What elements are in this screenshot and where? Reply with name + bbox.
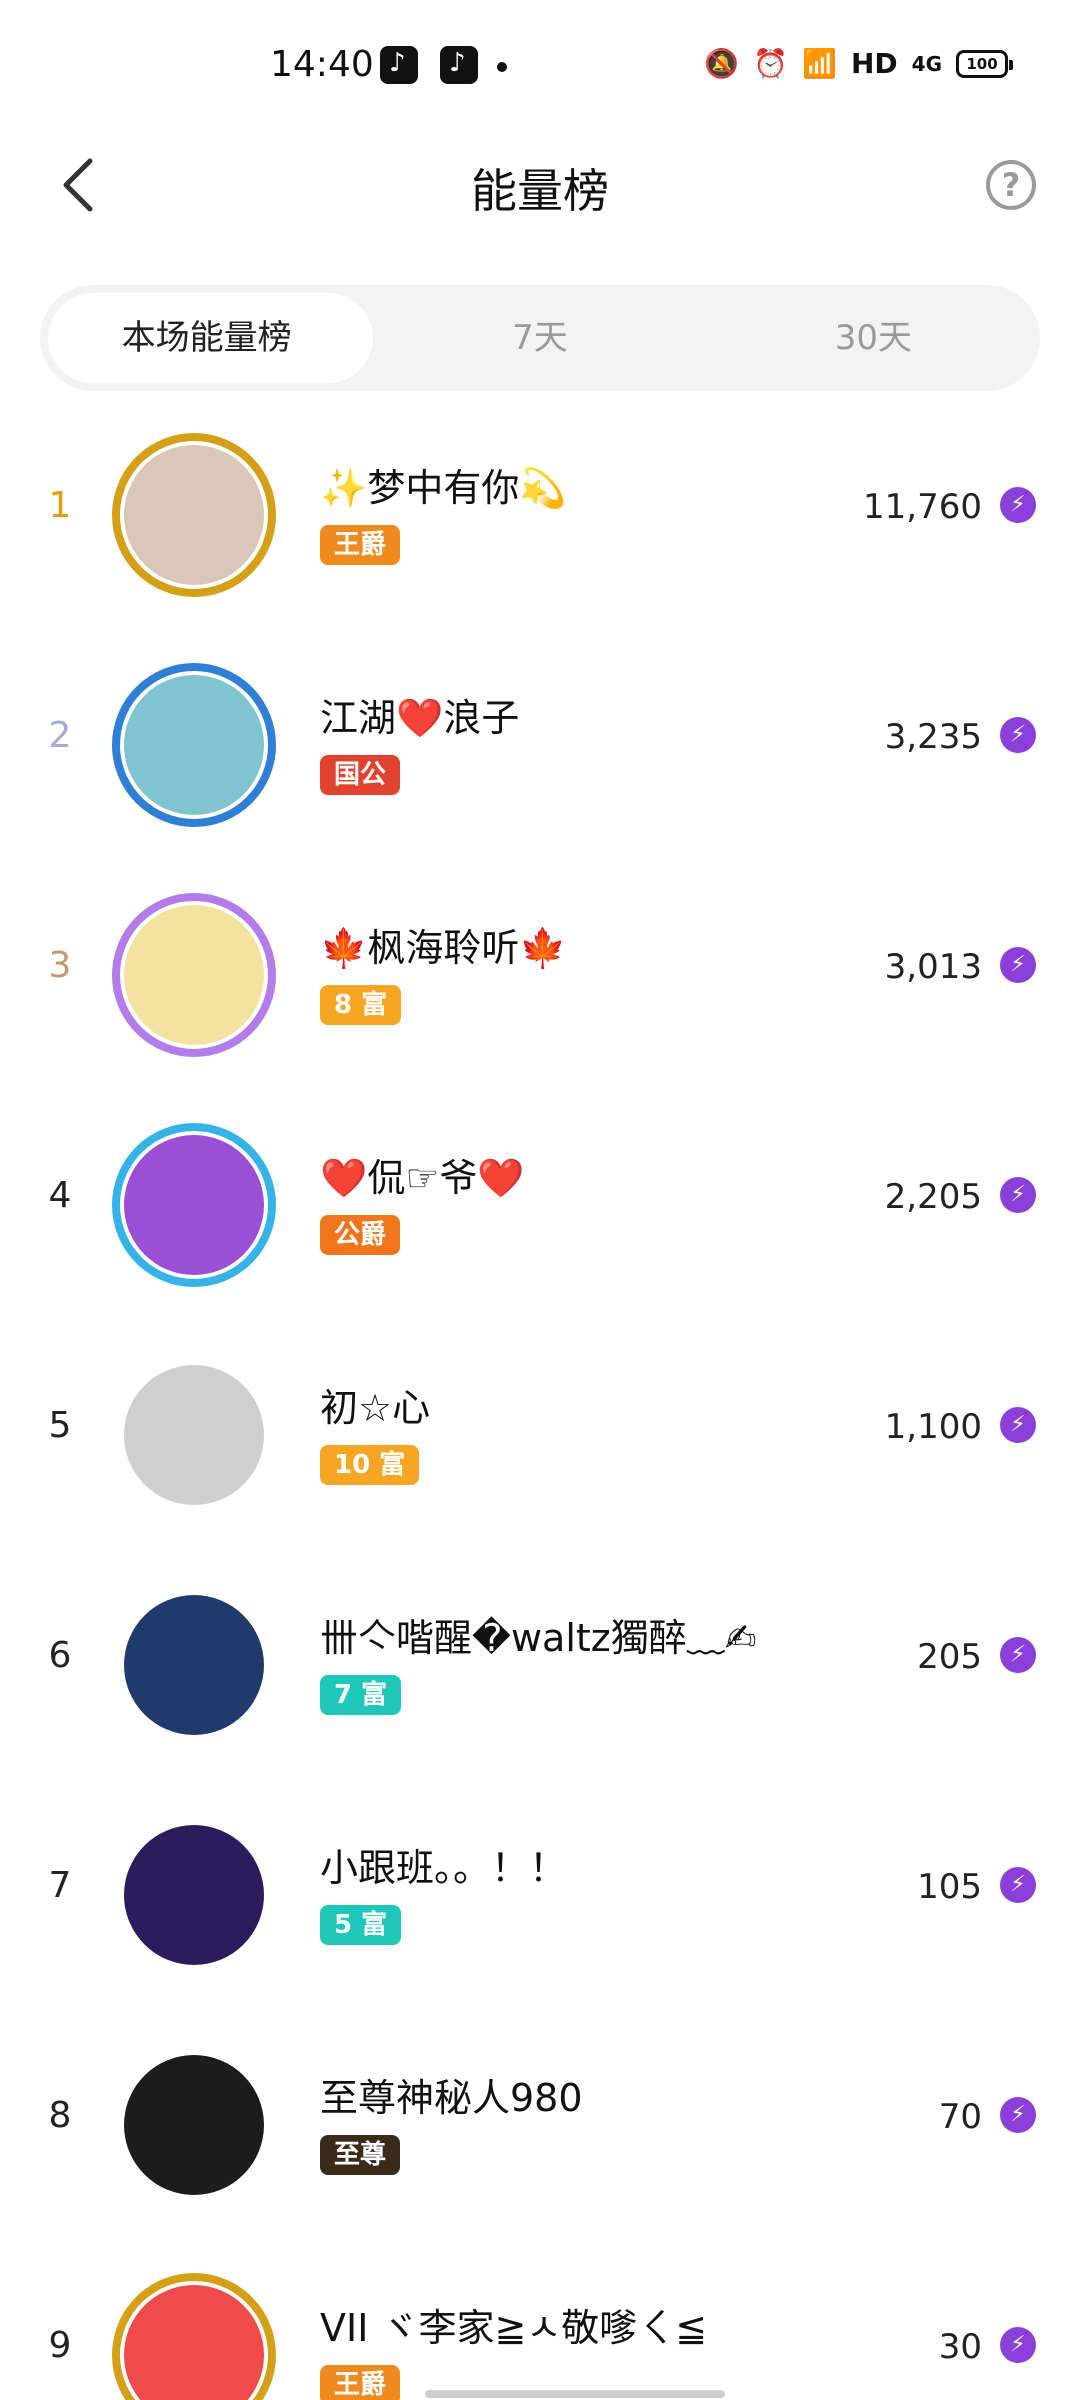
- question-circle-icon: ?: [1001, 166, 1021, 204]
- tab-current-session[interactable]: 本场能量榜: [40, 285, 374, 391]
- mute-icon: 🔕: [704, 47, 740, 80]
- lightning-bolt-icon: ⚡: [1000, 717, 1036, 753]
- rank-badge: 10 富: [320, 1445, 420, 1485]
- leaderboard-row[interactable]: 8 至尊神秘人980 至尊 70 ⚡: [0, 2005, 1080, 2235]
- rank-badge: 王爵: [320, 525, 401, 565]
- user-name: 江湖❤️浪子: [320, 696, 520, 740]
- leaderboard-row[interactable]: 4 ❤️侃☞爷❤️ 公爵 2,205 ⚡: [0, 1085, 1080, 1315]
- lightning-bolt-icon: ⚡: [1000, 1177, 1036, 1213]
- rank-number: 6: [48, 1635, 72, 1676]
- user-name: 初☆心: [320, 1386, 431, 1430]
- period-tabs: 本场能量榜 7天 30天: [40, 285, 1040, 391]
- leaderboard-row[interactable]: 2 江湖❤️浪子 国公 3,235 ⚡: [0, 625, 1080, 855]
- lightning-bolt-icon: ⚡: [1000, 947, 1036, 983]
- rank-badge: 7 富: [320, 1675, 402, 1715]
- leaderboard-list: 1 ✨梦中有你💫 王爵 11,760 ⚡ 2 江湖❤️浪子 国公 3,235 ⚡…: [0, 395, 1080, 2400]
- avatar[interactable]: [124, 1365, 264, 1505]
- alarm-icon: ⏰: [753, 47, 789, 80]
- avatar[interactable]: [124, 1825, 264, 1965]
- leaderboard-row[interactable]: 9 VII ヾ李家≧ㅅ敬嗲ㄑ≦ 王爵 30 ⚡: [0, 2235, 1080, 2400]
- notification-dot: [497, 62, 507, 72]
- energy-score: 3,235: [884, 717, 982, 757]
- leaderboard-row[interactable]: 1 ✨梦中有你💫 王爵 11,760 ⚡: [0, 395, 1080, 625]
- rank-badge: 5 富: [320, 1905, 402, 1945]
- user-name: VII ヾ李家≧ㅅ敬嗲ㄑ≦: [320, 2306, 708, 2350]
- rank-badge: 8 富: [320, 985, 402, 1025]
- wifi-icon: 📶: [802, 47, 837, 80]
- avatar[interactable]: [124, 1595, 264, 1735]
- avatar[interactable]: [124, 445, 264, 585]
- lightning-bolt-icon: ⚡: [1000, 1637, 1036, 1673]
- rank-number: 4: [48, 1175, 72, 1216]
- tiktok-icon: [440, 46, 478, 84]
- user-name: 小跟班。。！！: [320, 1846, 568, 1890]
- avatar[interactable]: [124, 2055, 264, 2195]
- tiktok-icon: [380, 46, 418, 84]
- user-name: 至尊神秘人980: [320, 2076, 583, 2120]
- energy-score: 30: [938, 2327, 982, 2367]
- tab-7-days[interactable]: 7天: [373, 285, 706, 391]
- user-name: 🍁枫海聆听🍁: [320, 926, 567, 970]
- lightning-bolt-icon: ⚡: [1000, 2097, 1036, 2133]
- energy-score: 3,013: [884, 947, 982, 987]
- rank-number: 9: [48, 2325, 72, 2366]
- lightning-bolt-icon: ⚡: [1000, 1407, 1036, 1443]
- rank-badge: 至尊: [320, 2135, 401, 2175]
- user-name: 卌亽喈醒�waltz獨醉﹏✍: [320, 1616, 757, 1660]
- rank-number: 8: [48, 2095, 72, 2136]
- energy-score: 70: [938, 2097, 982, 2137]
- lightning-bolt-icon: ⚡: [1000, 1867, 1036, 1903]
- status-bar: 14:40 🔕 ⏰ 📶 HD 4G 100: [0, 0, 1080, 120]
- rank-number: 2: [48, 715, 72, 756]
- rank-badge: 公爵: [320, 1215, 401, 1255]
- hd-label: HD: [850, 47, 898, 80]
- avatar[interactable]: [124, 675, 264, 815]
- energy-score: 2,205: [884, 1177, 982, 1217]
- rank-number: 5: [48, 1405, 72, 1446]
- energy-score: 1,100: [884, 1407, 982, 1447]
- page-header: 能量榜 ?: [0, 130, 1080, 240]
- status-time: 14:40: [270, 44, 374, 85]
- leaderboard-row[interactable]: 7 小跟班。。！！ 5 富 105 ⚡: [0, 1775, 1080, 2005]
- rank-number: 7: [48, 1865, 72, 1906]
- energy-score: 205: [917, 1637, 982, 1677]
- leaderboard-row[interactable]: 6 卌亽喈醒�waltz獨醉﹏✍ 7 富 205 ⚡: [0, 1545, 1080, 1775]
- leaderboard-row[interactable]: 3 🍁枫海聆听🍁 8 富 3,013 ⚡: [0, 855, 1080, 1085]
- avatar[interactable]: [124, 1135, 264, 1275]
- rank-number: 1: [48, 485, 72, 526]
- tab-30-days[interactable]: 30天: [707, 285, 1040, 391]
- user-name: ❤️侃☞爷❤️: [320, 1156, 525, 1200]
- rank-badge: 王爵: [320, 2365, 401, 2400]
- signal-4g-icon: 4G: [911, 52, 942, 76]
- avatar[interactable]: [124, 905, 264, 1045]
- battery-icon: 100: [956, 50, 1013, 78]
- rank-badge: 国公: [320, 755, 401, 795]
- user-name: ✨梦中有你💫: [320, 466, 567, 510]
- help-button[interactable]: ?: [986, 160, 1036, 210]
- rank-number: 3: [48, 945, 72, 986]
- lightning-bolt-icon: ⚡: [1000, 2327, 1036, 2363]
- energy-score: 11,760: [863, 487, 982, 527]
- leaderboard-row[interactable]: 5 初☆心 10 富 1,100 ⚡: [0, 1315, 1080, 1545]
- page-title: 能量榜: [471, 164, 609, 218]
- lightning-bolt-icon: ⚡: [1000, 487, 1036, 523]
- energy-score: 105: [917, 1867, 982, 1907]
- status-icons: 🔕 ⏰ 📶 HD 4G 100: [704, 44, 1013, 84]
- home-indicator[interactable]: [425, 2390, 725, 2398]
